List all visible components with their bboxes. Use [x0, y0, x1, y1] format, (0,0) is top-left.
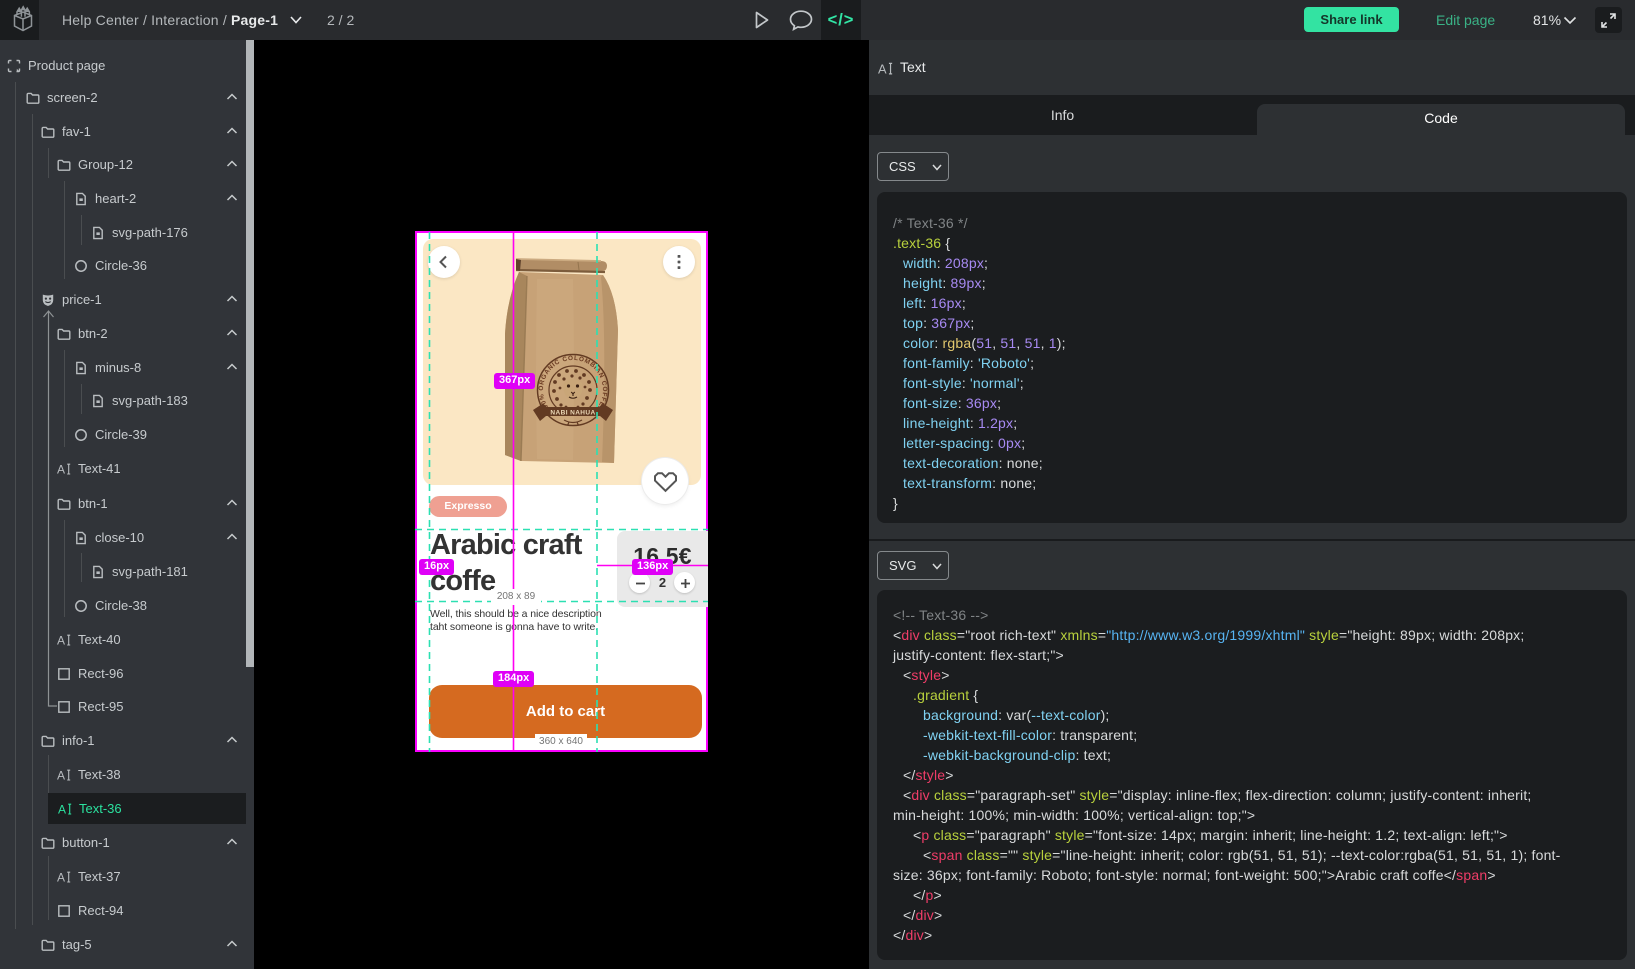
svg-text:A: A — [57, 462, 65, 476]
svg-text:A: A — [58, 802, 66, 816]
svg-text:A: A — [57, 768, 65, 782]
svg-text:A: A — [878, 61, 887, 76]
svg-text:A: A — [57, 633, 65, 647]
svg-text:A: A — [57, 870, 65, 884]
